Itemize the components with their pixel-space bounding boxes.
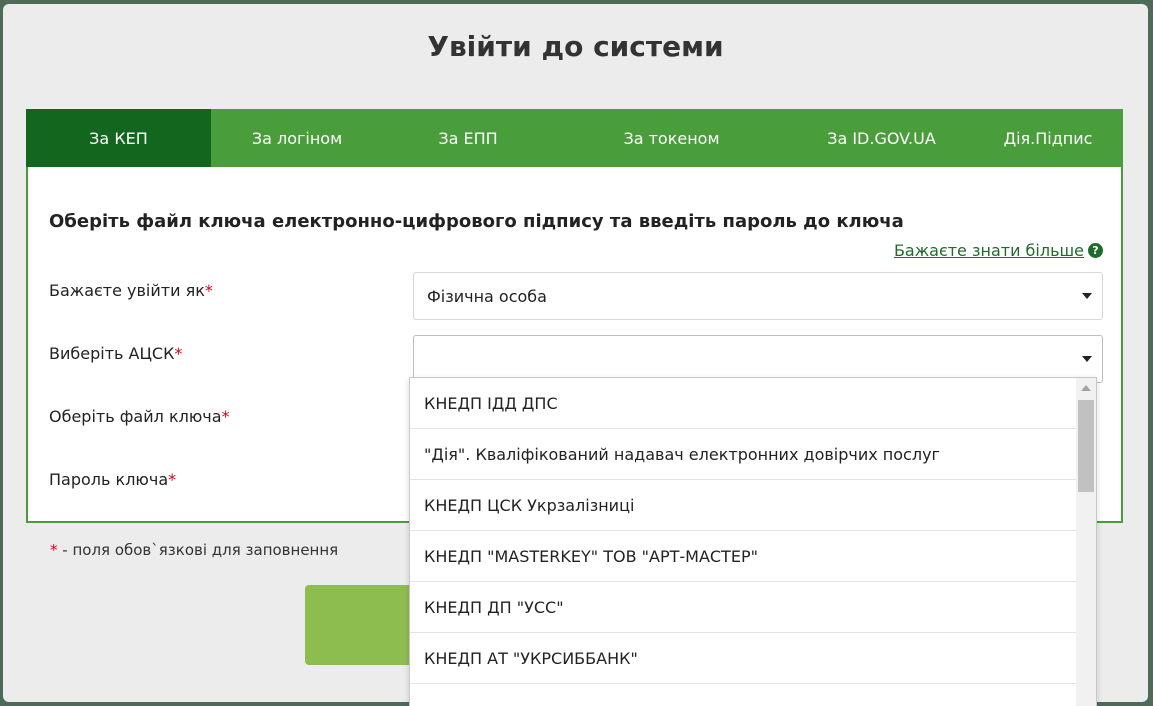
- login-method-tabs: За КЕП За логіном За ЕПП За токеном За I…: [26, 109, 1123, 167]
- login-as-label-text: Бажаєте увійти як: [49, 281, 205, 300]
- acsk-option[interactable]: КНЕДП АТ "УКРСИББАНК": [410, 633, 1076, 684]
- acsk-options: КНЕДП ІДД ДПС "Дія". Кваліфікований нада…: [410, 378, 1076, 706]
- acsk-option[interactable]: КНЕДП ІДД ДПС: [410, 378, 1076, 429]
- acsk-label: Виберіть АЦСК*: [49, 344, 182, 363]
- tab-id-gov-ua[interactable]: За ID.GOV.UA: [790, 109, 973, 167]
- key-file-label-text: Оберіть файл ключа: [49, 407, 222, 426]
- password-label: Пароль ключа*: [49, 470, 176, 489]
- required-asterisk: *: [174, 344, 183, 363]
- learn-more-label: Бажаєте знати більше: [893, 241, 1084, 260]
- required-hint-text: - поля обов`язкові для заповнення: [62, 541, 339, 559]
- tab-diia-pidpys[interactable]: Дія.Підпис: [973, 109, 1123, 167]
- acsk-option[interactable]: [410, 684, 1076, 706]
- acsk-option[interactable]: КНЕДП "MASTERKEY" ТОВ "АРТ-МАСТЕР": [410, 531, 1076, 582]
- required-asterisk: *: [221, 407, 230, 426]
- tab-token[interactable]: За токеном: [553, 109, 790, 167]
- acsk-dropdown-list: КНЕДП ІДД ДПС "Дія". Кваліфікований нада…: [409, 377, 1097, 706]
- chevron-down-icon: [1082, 356, 1092, 362]
- acsk-label-text: Виберіть АЦСК: [49, 344, 175, 363]
- scroll-up-arrow-icon[interactable]: [1081, 385, 1091, 391]
- required-asterisk: *: [50, 541, 58, 559]
- acsk-option[interactable]: КНЕДП ДП "УСС": [410, 582, 1076, 633]
- tab-login[interactable]: За логіном: [211, 109, 383, 167]
- password-label-text: Пароль ключа: [49, 470, 169, 489]
- key-file-label: Оберіть файл ключа*: [49, 407, 230, 426]
- tab-kep[interactable]: За КЕП: [26, 109, 211, 167]
- acsk-option[interactable]: КНЕДП ЦСК Укрзалізниці: [410, 480, 1076, 531]
- question-circle-icon: ?: [1088, 243, 1103, 258]
- required-hint: * - поля обов`язкові для заповнення: [50, 541, 338, 559]
- dropdown-scrollbar[interactable]: [1076, 378, 1096, 706]
- tab-epp[interactable]: За ЕПП: [383, 109, 553, 167]
- login-as-label: Бажаєте увійти як*: [49, 281, 213, 300]
- modal-title: Увійти до системи: [427, 30, 724, 63]
- login-as-select[interactable]: Фізична особа: [413, 272, 1103, 320]
- chevron-down-icon: [1082, 293, 1092, 299]
- acsk-select[interactable]: [413, 335, 1103, 383]
- login-as-value: Фізична особа: [427, 286, 547, 306]
- required-asterisk: *: [168, 470, 177, 489]
- required-asterisk: *: [204, 281, 213, 300]
- learn-more-link[interactable]: Бажаєте знати більше ?: [894, 241, 1103, 260]
- form-heading: Оберіть файл ключа електронно-цифрового …: [49, 211, 904, 232]
- acsk-option[interactable]: "Дія". Кваліфікований надавач електронни…: [410, 429, 1076, 480]
- scrollbar-thumb[interactable]: [1078, 400, 1094, 492]
